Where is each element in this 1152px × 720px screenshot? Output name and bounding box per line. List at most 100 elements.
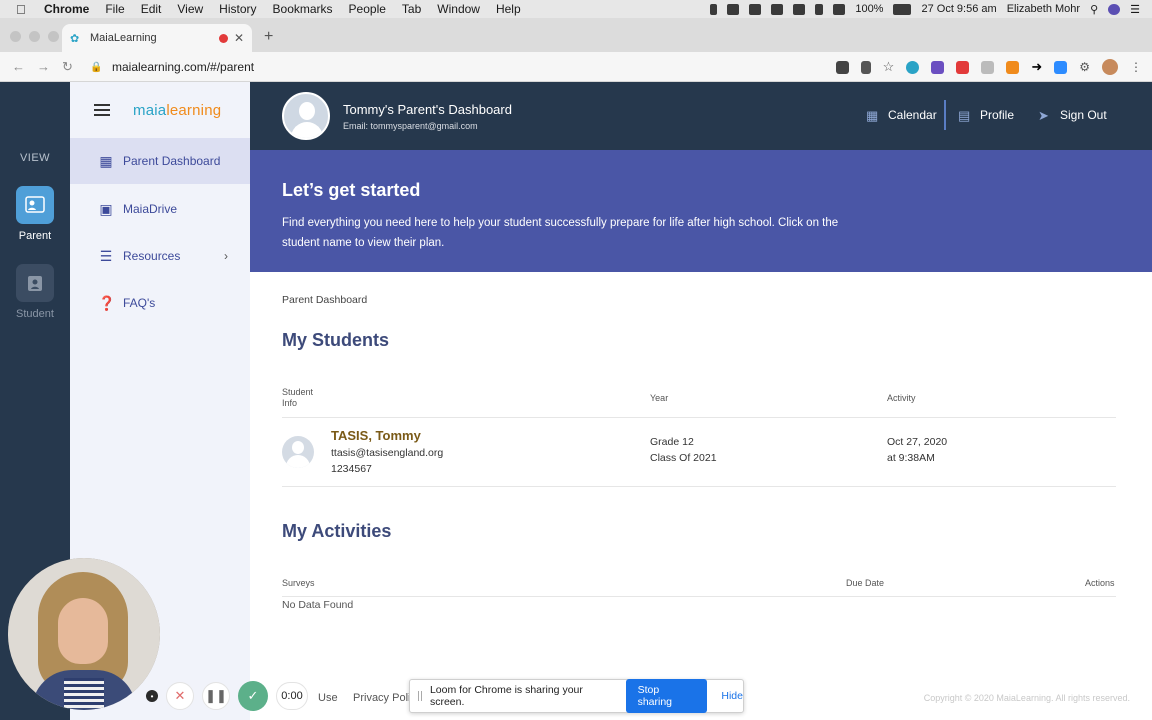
menu-edit[interactable]: Edit [141,2,162,16]
footer-copyright: Copyright © 2020 MaiaLearning. All right… [923,693,1130,703]
extension-gray-icon[interactable] [981,60,995,74]
url-text[interactable]: maialearning.com/#/parent [112,60,254,74]
extension-blue-icon[interactable] [906,60,920,74]
loom-menu-icon[interactable]: • [146,690,158,702]
parent-view-icon [25,196,45,213]
bluetooth-icon[interactable] [815,3,824,15]
lock-icon[interactable]: 🔒 [90,62,102,73]
column-actions: Actions [1085,578,1115,588]
loom-cancel-button[interactable]: ✕ [166,682,194,710]
parent-view-button[interactable] [16,186,54,224]
maialearning-logo[interactable]: maialearning [133,102,221,119]
student-view-label[interactable]: Student [0,308,70,320]
arrow-extension-icon[interactable]: ➜ [1031,59,1042,75]
new-tab-button[interactable]: + [264,28,273,46]
forward-icon[interactable]: → [37,59,50,74]
close-window-button[interactable] [10,31,21,42]
activity-date: Oct 27, 2020 [887,436,948,448]
screen-sharing-banner: Loom for Chrome is sharing your screen. … [409,679,744,713]
close-tab-icon[interactable]: ✕ [234,31,244,45]
os-menubar:  Chrome File Edit View History Bookmark… [0,0,1152,18]
page-header: Tommy's Parent's Dashboard Email: tommys… [250,82,1152,150]
siri-icon[interactable] [1108,3,1121,15]
menu-window[interactable]: Window [437,2,480,16]
sidebar-item-parent-dashboard[interactable]: ▦ Parent Dashboard [70,138,250,184]
clock[interactable]: 27 Oct 9:56 am [921,3,996,15]
window-controls [10,31,59,42]
menu-view[interactable]: View [177,2,203,16]
main-content: Parent Dashboard My Students Student Inf… [250,272,1152,720]
student-view-button[interactable] [16,264,54,302]
column-surveys: Surveys [282,578,315,588]
menu-help[interactable]: Help [496,2,521,16]
footer-privacy-policy-link[interactable]: Privacy Poli [353,692,410,704]
question-icon: ❓ [98,294,116,311]
profile-link[interactable]: ▤ Profile [958,108,1014,123]
extensions-puzzle-icon[interactable]: ⚙ [1079,60,1090,74]
table-divider [282,486,1116,487]
menu-bookmarks[interactable]: Bookmarks [273,2,333,16]
sidebar-item-label: FAQ's [123,296,156,310]
extension-red-icon[interactable] [956,60,970,74]
tab-maialearning[interactable]: ✿ MaiaLearning ✕ [62,24,252,52]
loom-timer: 0:00 [276,682,308,710]
back-icon[interactable]: ← [12,59,25,74]
grid-icon: ▦ [99,152,113,169]
airplay-icon[interactable] [793,3,806,15]
my-students-title: My Students [282,330,390,350]
extension-orange-icon[interactable] [1006,60,1020,74]
breadcrumb[interactable]: Parent Dashboard [282,294,367,306]
sign-out-link[interactable]: ➤ Sign Out [1038,108,1107,123]
calendar-link[interactable]: ▦ Calendar [866,108,937,123]
bookmark-star-icon[interactable]: ☆ [883,59,895,75]
apple-icon[interactable]:  [16,2,30,17]
minimize-window-button[interactable] [29,31,40,42]
menu-history[interactable]: History [219,2,256,16]
user-name[interactable]: Elizabeth Mohr [1007,3,1080,15]
zoom-extension-icon[interactable] [1054,60,1068,74]
battery-icon[interactable] [893,3,912,15]
key-icon[interactable] [860,60,871,74]
student-id: 1234567 [331,463,372,475]
sidebar-item-maiadrive[interactable]: ▣ MaiaDrive [70,186,250,232]
sidebar-item-faqs[interactable]: ❓ FAQ's [70,280,250,326]
footer-terms-of-use-link[interactable]: Use [318,692,338,704]
wifi-icon[interactable] [833,3,846,15]
menu-people[interactable]: People [349,2,386,16]
table-divider [282,417,1116,418]
spotlight-icon[interactable]: ⚲ [1090,3,1098,16]
parent-email: Email: tommysparent@gmail.com [343,121,478,131]
extension-purple-icon[interactable] [931,60,945,74]
parent-avatar [282,92,330,140]
webcam-bubble[interactable] [8,558,160,710]
drive-icon[interactable] [749,3,762,15]
student-name-link[interactable]: TASIS, Tommy [331,428,421,443]
chrome-menu-icon[interactable]: ⋮ [1130,60,1142,74]
column-due-date: Due Date [846,578,885,588]
hide-banner-button[interactable]: Hide [721,690,743,702]
hamburger-menu-icon[interactable] [94,104,110,116]
profile-avatar[interactable] [1102,59,1118,75]
column-year: Year [650,393,669,403]
sidebar-item-resources[interactable]: ☰ Resources › [70,233,250,279]
loom-finish-button[interactable]: ✓ [238,681,268,711]
vpn-icon[interactable] [771,3,784,15]
sidebar-item-label: Resources [123,249,181,263]
sign-out-icon: ➤ [1038,108,1049,123]
camera-icon[interactable] [727,3,740,15]
menu-file[interactable]: File [105,2,124,16]
reload-icon[interactable]: ↻ [62,59,73,75]
address-bar[interactable]: 🔒 maialearning.com/#/parent [90,57,810,77]
app-menu-chrome[interactable]: Chrome [44,2,89,16]
loom-pause-button[interactable]: ❚❚ [202,682,230,710]
zoom-window-button[interactable] [48,31,59,42]
sidebar-item-label: MaiaDrive [123,202,178,216]
drag-handle-icon[interactable] [418,691,422,701]
camera-permission-icon[interactable] [835,60,849,74]
stop-sharing-button[interactable]: Stop sharing [625,679,708,713]
microphone-icon[interactable] [710,3,718,15]
welcome-description: Find everything you need here to help yo… [282,217,839,249]
parent-view-label[interactable]: Parent [0,230,70,242]
menu-tab[interactable]: Tab [402,2,421,16]
notification-center-icon[interactable]: ☰ [1130,3,1140,16]
